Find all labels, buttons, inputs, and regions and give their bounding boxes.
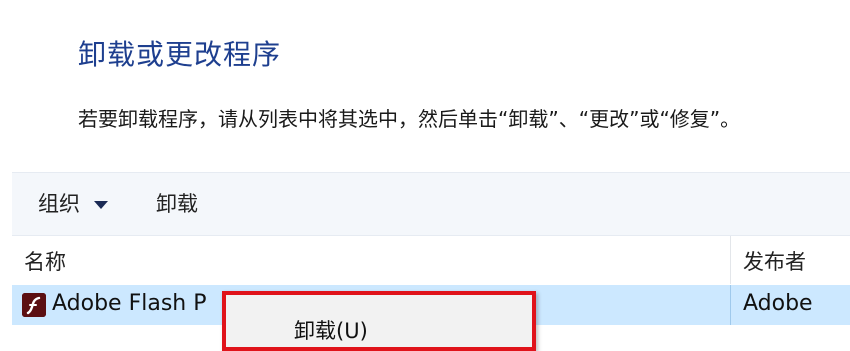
column-header-publisher[interactable]: 发布者 xyxy=(743,246,806,276)
context-menu: 卸载(U) xyxy=(222,291,536,351)
uninstall-button[interactable]: 卸载 xyxy=(156,187,198,221)
row-publisher: Adobe xyxy=(743,291,813,316)
instruction-text: 若要卸载程序，请从列表中将其选中，然后单击“卸载”、“更改”或“修复”。 xyxy=(78,107,741,131)
column-divider xyxy=(730,285,731,325)
organize-button[interactable]: 组织 xyxy=(38,187,108,221)
column-header-name[interactable]: 名称 xyxy=(24,246,66,276)
chevron-down-icon xyxy=(94,201,108,209)
adobe-flash-icon xyxy=(22,293,46,317)
row-program-name: Adobe Flash P xyxy=(52,291,207,316)
list-header: 名称 发布者 xyxy=(12,236,850,284)
organize-label: 组织 xyxy=(38,192,80,216)
context-menu-uninstall-item[interactable]: 卸载(U) xyxy=(294,315,368,345)
column-divider[interactable] xyxy=(730,236,731,284)
page-title: 卸载或更改程序 xyxy=(78,38,282,71)
command-toolbar: 组织 卸载 xyxy=(12,172,850,236)
